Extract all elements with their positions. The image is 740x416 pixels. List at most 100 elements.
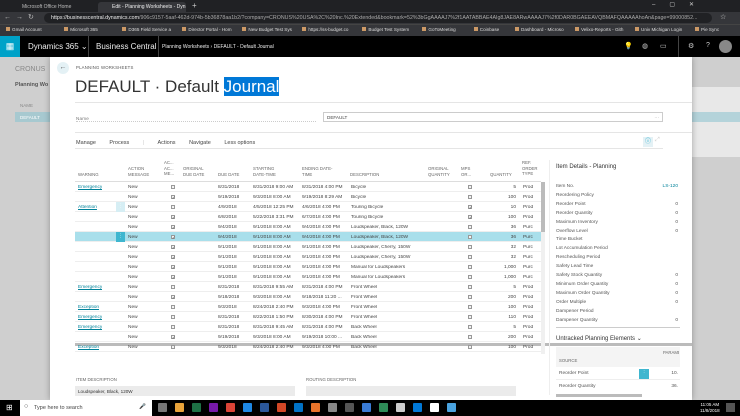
name-field[interactable]: DEFAULT ··· [323, 112, 663, 122]
mps-order-checkbox[interactable] [468, 234, 472, 239]
action-message[interactable]: New [128, 255, 138, 260]
quantity[interactable]: 200 [508, 295, 516, 300]
due-date[interactable]: 9/19/2018 [218, 335, 239, 340]
mps-order-checkbox[interactable] [468, 264, 472, 269]
quantity[interactable]: 110 [508, 315, 516, 320]
accept-checkbox[interactable]: ✓ [171, 294, 175, 299]
due-date[interactable]: 8/31/2018 [218, 285, 239, 290]
expand-icon[interactable]: ⤢ [655, 137, 660, 144]
starting-date-time[interactable]: 9/1/2018 8:00 AM [253, 275, 300, 280]
quantity[interactable]: 10 [511, 205, 516, 210]
vertical-scrollbar[interactable] [541, 182, 545, 354]
taskbar-app-icon[interactable] [362, 403, 371, 412]
ending-date-time[interactable]: 9/1/2018 4:00 PM [302, 255, 349, 260]
accept-checkbox[interactable] [171, 324, 175, 329]
quantity[interactable]: 32 [511, 245, 516, 250]
warning-link[interactable]: Emergency [78, 285, 102, 290]
col-warning[interactable]: WARNING [78, 172, 99, 178]
col-accept-action-message[interactable]: AC... AC... ME... [164, 160, 176, 177]
ending-date-time[interactable]: 8/31/2018 4:00 PM [302, 185, 349, 190]
ref-order-type[interactable]: Prod [523, 205, 540, 210]
row-menu-icon[interactable]: ⋮ [116, 232, 125, 242]
table-row[interactable]: Exception New 9/3/2018 8/24/2018 2:40 PM 9/3… [75, 342, 541, 352]
due-date[interactable]: 8/31/2018 [218, 315, 239, 320]
starting-date-time[interactable]: 4/5/2018 12:25 PM [253, 205, 300, 210]
untracked-row[interactable]: Reorder Quantity 36. [556, 381, 680, 393]
ending-date-time[interactable]: 8/30/2018 4:00 PM [302, 315, 349, 320]
starting-date-time[interactable]: 9/1/2018 8:00 AM [253, 255, 300, 260]
info-icon[interactable]: ⓘ [643, 137, 653, 147]
quantity[interactable]: 36 [511, 235, 516, 240]
ending-date-time[interactable]: 9/3/2018 4:00 PM [302, 305, 349, 310]
description[interactable]: Loudspeaker, Cherry, 150W [351, 255, 426, 260]
quantity[interactable]: 200 [508, 335, 516, 340]
avatar[interactable] [719, 40, 732, 53]
tab-planning-worksheets[interactable]: Edit - Planning Worksheets - Dyn [98, 2, 186, 12]
table-row[interactable]: New ✓ 9/1/2018 9/1/2018 8:00 AM 9/1/2018 4:0… [75, 252, 541, 262]
bookmark-item[interactable]: Gmail Account [6, 27, 42, 32]
starting-date-time[interactable]: 9/3/2018 8:00 AM [253, 335, 300, 340]
ending-date-time[interactable]: 9/19/2018 8:29 AM [302, 195, 349, 200]
accept-checkbox[interactable]: ✓ [171, 254, 175, 259]
description[interactable]: Loudspeaker, Black, 120W [351, 235, 426, 240]
action-message[interactable]: New [128, 285, 138, 290]
ref-order-type[interactable]: Prod [523, 185, 540, 190]
mps-order-checkbox[interactable] [468, 274, 472, 279]
taskbar-app-icon[interactable] [379, 403, 388, 412]
accept-checkbox[interactable] [171, 284, 175, 289]
col-description[interactable]: DESCRIPTION [350, 172, 379, 178]
due-date[interactable]: 9/1/2018 [218, 245, 237, 250]
scrollbar-thumb[interactable] [541, 182, 545, 232]
col-ref-order-type[interactable]: REF. ORDER TYPE [522, 160, 540, 177]
col-quantity[interactable]: QUANTITY [490, 172, 512, 178]
taskbar-app-icon[interactable] [447, 403, 456, 412]
url-input[interactable]: https://businesscentral.dynamics.com/906… [44, 13, 712, 23]
description[interactable]: Bicycle [351, 195, 426, 200]
table-row[interactable]: Exception New 9/3/2018 8/24/2018 2:40 PM 9/3… [75, 302, 541, 312]
table-row[interactable]: New ✓ 9/18/2018 9/3/2018 8:00 AM 9/18/2018 1… [75, 292, 541, 302]
table-row[interactable]: ⋮ New ✓ 9/4/2018 9/1/2018 8:00 AM 9/4/2018 4:… [75, 232, 541, 242]
starting-date-time[interactable]: 9/3/2018 8:00 AM [253, 195, 300, 200]
ref-order-type[interactable]: Prod [523, 285, 540, 290]
notifications-icon[interactable] [726, 403, 735, 412]
taskbar-app-icon[interactable] [243, 403, 252, 412]
ending-date-time[interactable]: 9/1/2018 4:00 PM [302, 275, 349, 280]
row-menu-icon[interactable]: ⋮ [116, 202, 125, 212]
ref-order-type[interactable]: Prod [523, 325, 540, 330]
mps-order-checkbox[interactable] [468, 284, 472, 289]
table-row[interactable]: New ✓ 9/1/2018 9/1/2018 8:00 AM 9/1/2018 4:0… [75, 242, 541, 252]
taskbar-app-icon[interactable] [192, 403, 201, 412]
action-less-options[interactable]: Less options [224, 140, 255, 146]
bookmark-item[interactable]: Director Portal - Hom [182, 27, 232, 32]
accept-checkbox[interactable] [171, 184, 175, 189]
warning-link[interactable]: Emergency [78, 315, 102, 320]
action-message[interactable]: New [128, 305, 138, 310]
col-starting-date-time[interactable]: STARTING DATE-TIME [253, 166, 285, 177]
action-process[interactable]: Process [109, 140, 129, 146]
action-manage[interactable]: Manage [76, 140, 96, 146]
mps-order-checkbox[interactable] [468, 194, 472, 199]
accept-checkbox[interactable] [171, 314, 175, 319]
bookmark-item[interactable]: Velixo-Reports - Gith [575, 27, 623, 32]
table-row[interactable]: Emergency New 8/31/2018 8/31/2018 9:00 AM 8/… [75, 182, 541, 192]
due-date[interactable]: 9/3/2018 [218, 345, 237, 350]
quantity[interactable]: 1,000 [504, 275, 516, 280]
untracked-title[interactable]: Untracked Planning Elements ⌄ [556, 335, 680, 342]
ending-date-time[interactable]: 8/31/2018 4:00 PM [302, 325, 349, 330]
due-date[interactable]: 9/4/2018 [218, 235, 237, 240]
quantity[interactable]: 5 [513, 285, 516, 290]
starting-date-time[interactable]: 9/1/2018 8:00 AM [253, 245, 300, 250]
quantity[interactable]: 36 [511, 225, 516, 230]
starting-date-time[interactable]: 5/22/2018 3:31 PM [253, 215, 300, 220]
action-message[interactable]: New [128, 265, 138, 270]
ref-order-type[interactable]: Prod [523, 345, 540, 350]
ending-date-time[interactable]: 4/6/2018 4:00 PM [302, 205, 349, 210]
gear-icon[interactable]: ⚙ [688, 42, 694, 50]
mps-order-checkbox[interactable]: ✓ [468, 214, 472, 219]
ending-date-time[interactable]: 9/4/2018 4:00 PM [302, 235, 349, 240]
warning-link[interactable]: Attention [78, 205, 97, 210]
mps-order-checkbox[interactable] [468, 314, 472, 319]
mps-order-checkbox[interactable]: ✓ [468, 204, 472, 209]
table-row[interactable]: New ✓ 9/1/2018 9/1/2018 8:00 AM 9/1/2018 4:0… [75, 272, 541, 282]
mps-order-checkbox[interactable] [468, 294, 472, 299]
